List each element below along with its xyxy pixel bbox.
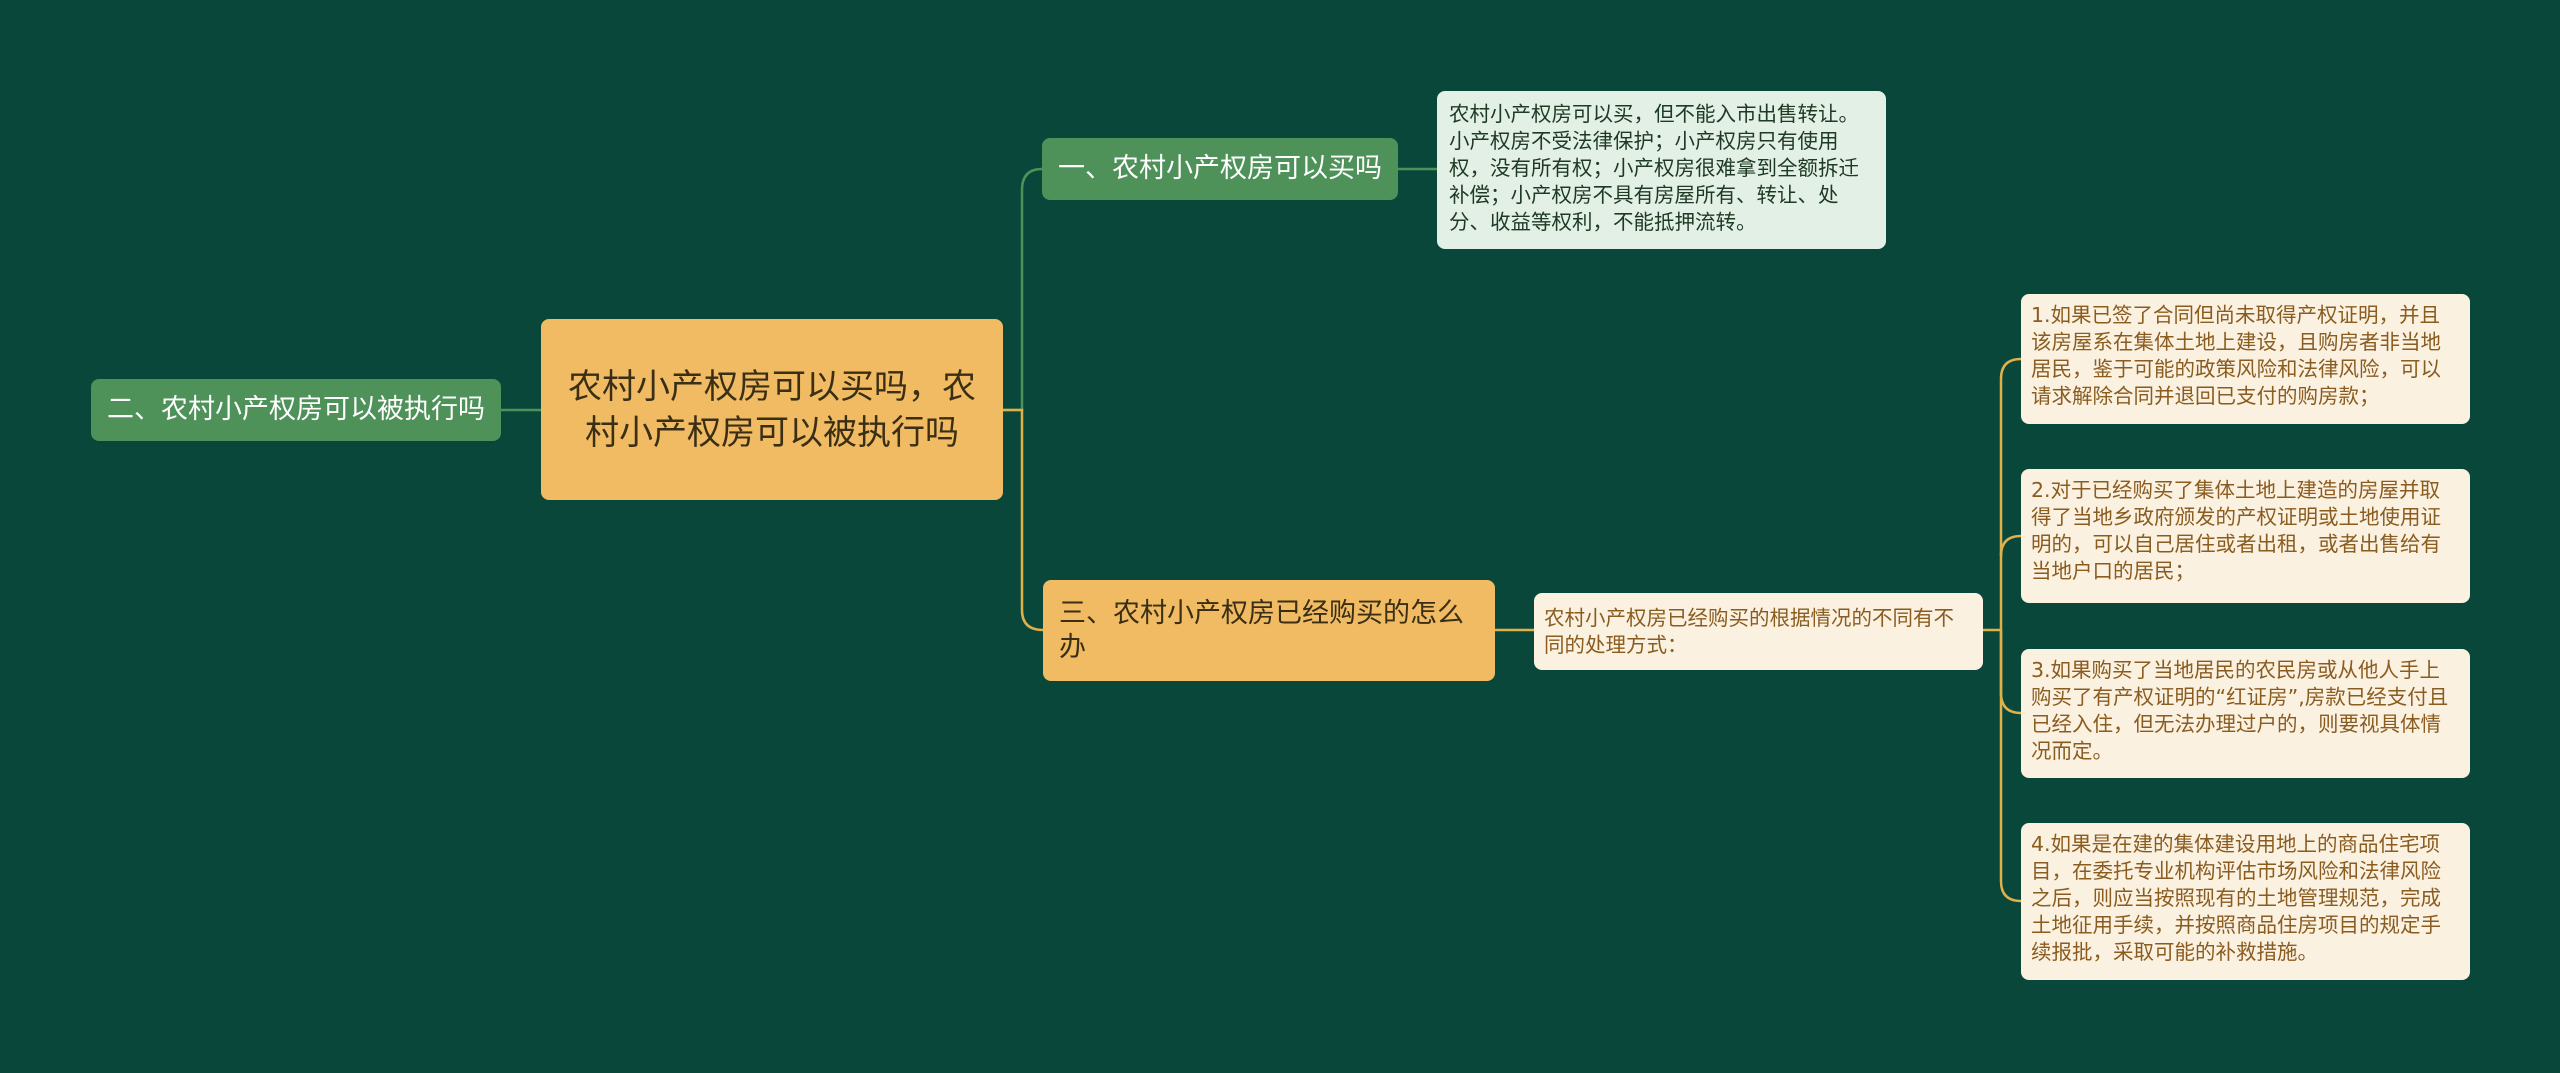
connector-item-1 (1999, 357, 2022, 630)
root-label: 农村小产权房可以买吗，农村小产权房可以被执行吗 (568, 366, 976, 453)
branch-three-item-1[interactable]: 1.如果已签了合同但尚未取得产权证明，并且该房屋系在集体土地上建设，且购房者非当… (2021, 294, 2470, 424)
branch-three-item-4[interactable]: 4.如果是在建的集体建设用地上的商品住宅项目，在委托专业机构评估市场风险和法律风… (2021, 823, 2470, 980)
branch-one-label: 一、农村小产权房可以买吗 (1058, 153, 1382, 184)
connector-item-4 (1999, 630, 2022, 903)
branch-one-detail-text: 农村小产权房可以买，但不能入市出售转让。小产权房不受法律保护；小产权房只有使用权… (1449, 102, 1859, 234)
item-1-text: 1.如果已签了合同但尚未取得产权证明，并且该房屋系在集体土地上建设，且购房者非当… (2031, 303, 2441, 408)
branch-three-item-3[interactable]: 3.如果购买了当地居民的农民房或从他人手上购买了有产权证明的“红证房”,房款已经… (2021, 649, 2470, 778)
connector-item-2 (1999, 534, 2022, 557)
branch-one-node[interactable]: 一、农村小产权房可以买吗 (1042, 138, 1398, 200)
branch-three-item-2[interactable]: 2.对于已经购买了集体土地上建造的房屋并取得了当地乡政府颁发的产权证明或土地使用… (2021, 469, 2470, 603)
connector-root-branch-one (1003, 167, 1043, 412)
branch-left-label: 二、农村小产权房可以被执行吗 (107, 394, 485, 425)
item-2-text: 2.对于已经购买了集体土地上建造的房屋并取得了当地乡政府颁发的产权证明或土地使用… (2031, 478, 2441, 583)
branch-three-summary-text: 农村小产权房已经购买的根据情况的不同有不同的处理方式： (1544, 605, 1954, 657)
item-3-text: 3.如果购买了当地居民的农民房或从他人手上购买了有产权证明的“红证房”,房款已经… (2031, 658, 2449, 763)
connector-item-3 (1999, 630, 2022, 715)
branch-one-detail-node[interactable]: 农村小产权房可以买，但不能入市出售转让。小产权房不受法律保护；小产权房只有使用权… (1437, 91, 1886, 249)
branch-three-node[interactable]: 三、农村小产权房已经购买的怎么办 (1043, 580, 1495, 681)
root-node[interactable]: 农村小产权房可以买吗，农村小产权房可以被执行吗 (541, 319, 1003, 500)
mind-map-canvas: 农村小产权房可以买吗，农村小产权房可以被执行吗 二、农村小产权房可以被执行吗 一… (0, 0, 2560, 1073)
branch-left-node[interactable]: 二、农村小产权房可以被执行吗 (91, 379, 501, 441)
branch-three-label: 三、农村小产权房已经购买的怎么办 (1059, 597, 1464, 663)
item-4-text: 4.如果是在建的集体建设用地上的商品住宅项目，在委托专业机构评估市场风险和法律风… (2031, 832, 2441, 964)
connector-root-branch-three (1003, 408, 1044, 632)
branch-three-summary-node[interactable]: 农村小产权房已经购买的根据情况的不同有不同的处理方式： (1534, 593, 1983, 670)
